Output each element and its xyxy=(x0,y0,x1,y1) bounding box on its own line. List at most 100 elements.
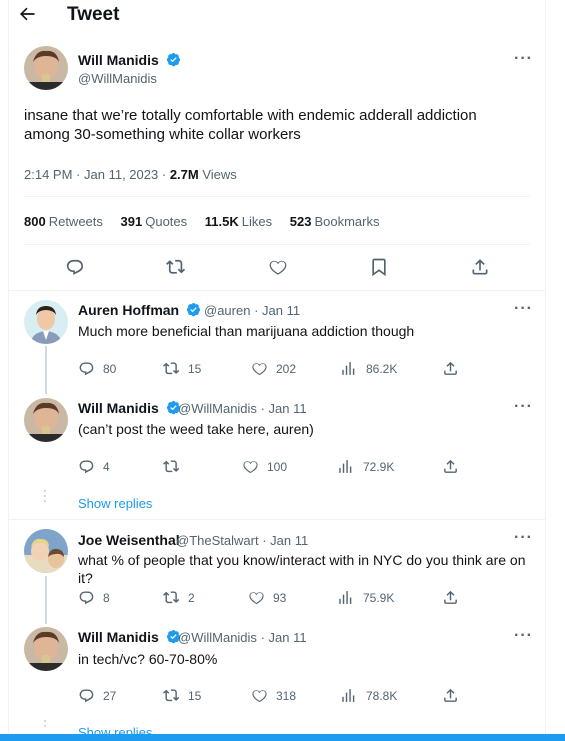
reply-text: what % of people that you know/interact … xyxy=(78,552,526,586)
show-replies-link[interactable]: Show replies xyxy=(78,496,152,511)
retweets-label: Retweets xyxy=(48,214,103,229)
author-handle[interactable]: @TheStalwart xyxy=(176,533,259,548)
avatar[interactable] xyxy=(24,398,68,442)
retweet-count: 15 xyxy=(188,688,202,703)
bookmarks-count: 523 xyxy=(289,214,312,229)
likes-label: Likes xyxy=(241,214,273,229)
views-label: Views xyxy=(202,167,237,182)
likes-stat[interactable]: 11.5K Likes xyxy=(205,214,272,229)
author-name[interactable]: Joe Weisenthal xyxy=(78,532,180,548)
like-icon xyxy=(252,690,267,703)
views-action[interactable]: 75.9K xyxy=(338,589,394,606)
tweet-meta: 2:14 PM · Jan 11, 2023 · 2.7M Views xyxy=(24,167,237,182)
avatar[interactable] xyxy=(24,529,68,573)
tweet-time[interactable]: 2:14 PM xyxy=(24,167,72,182)
divider xyxy=(24,244,530,245)
more-options-icon[interactable]: ··· xyxy=(514,627,533,645)
reply-action[interactable]: 4 xyxy=(78,458,110,475)
like-count: 318 xyxy=(276,688,297,703)
avatar[interactable] xyxy=(24,627,68,671)
reply-action[interactable]: 80 xyxy=(78,360,116,377)
views-action[interactable]: 86.2K xyxy=(341,360,397,377)
divider xyxy=(24,196,530,197)
like-action[interactable]: 202 xyxy=(251,360,296,377)
more-options-icon[interactable]: ··· xyxy=(514,50,533,68)
author-handle[interactable]: @WillManidis xyxy=(178,630,257,645)
author-name[interactable]: Auren Hoffman xyxy=(78,302,201,318)
author-handle[interactable]: @WillManidis xyxy=(78,71,157,86)
bottom-accent-bar xyxy=(0,734,565,741)
separator: · xyxy=(260,630,265,645)
views-icon xyxy=(339,460,352,473)
reply-action[interactable]: 27 xyxy=(78,687,116,704)
back-arrow-icon[interactable] xyxy=(17,4,37,24)
like-action[interactable]: 318 xyxy=(251,687,296,704)
share-action[interactable] xyxy=(442,458,467,475)
retweet-action[interactable] xyxy=(163,458,188,475)
retweet-icon[interactable] xyxy=(166,257,186,277)
retweet-icon xyxy=(163,689,180,702)
reply-action[interactable]: 8 xyxy=(78,589,110,606)
reply-icon xyxy=(79,460,94,474)
bookmark-icon[interactable] xyxy=(369,257,389,277)
reply-date[interactable]: Jan 11 xyxy=(270,533,308,548)
reply-date[interactable]: Jan 11 xyxy=(269,401,307,416)
share-icon[interactable] xyxy=(470,257,490,277)
author-name[interactable]: Will Manidis xyxy=(78,400,181,416)
like-count: 202 xyxy=(276,361,297,376)
author-name-text: Auren Hoffman xyxy=(78,302,180,318)
author-name-text: Will Manidis xyxy=(78,400,159,416)
like-action[interactable]: 93 xyxy=(248,589,286,606)
share-action[interactable] xyxy=(442,687,467,704)
quotes-stat[interactable]: 391 Quotes xyxy=(121,214,188,229)
retweet-action[interactable]: 15 xyxy=(163,687,201,704)
retweets-stat[interactable]: 800 Retweets xyxy=(24,214,103,229)
tweet-date[interactable]: Jan 11, 2023 xyxy=(84,167,158,182)
like-action[interactable]: 100 xyxy=(242,458,287,475)
thread-line xyxy=(45,346,47,394)
retweet-icon xyxy=(163,460,180,473)
avatar[interactable] xyxy=(24,300,68,344)
more-options-icon[interactable]: ··· xyxy=(514,300,533,318)
retweet-action[interactable]: 2 xyxy=(163,589,195,606)
tweet-text-line: among 30-something white collar workers xyxy=(24,126,301,143)
reply-icon xyxy=(79,591,94,605)
views-count: 72.9K xyxy=(363,459,395,474)
tweet-text-line: insane that we’re totally comfortable wi… xyxy=(24,107,477,124)
page-title: Tweet xyxy=(67,4,120,25)
reply-text: Much more beneficial than marijuana addi… xyxy=(78,323,415,339)
like-icon[interactable] xyxy=(268,257,288,277)
reply-count: 80 xyxy=(103,361,117,376)
separator: · xyxy=(161,167,167,182)
author-name-text: Joe Weisenthal xyxy=(78,532,180,548)
separator: · xyxy=(76,167,81,182)
bookmarks-stat[interactable]: 523 Bookmarks xyxy=(290,214,380,229)
views-count: 75.9K xyxy=(363,590,395,605)
bookmarks-label: Bookmarks xyxy=(314,214,380,229)
share-action[interactable] xyxy=(442,360,467,377)
author-handle[interactable]: @WillManidis xyxy=(178,401,257,416)
share-action[interactable] xyxy=(442,589,467,606)
author-name[interactable]: Will Manidis xyxy=(78,52,181,68)
share-icon xyxy=(444,590,457,604)
views-action[interactable]: 78.8K xyxy=(341,687,397,704)
separator: · xyxy=(262,533,267,548)
reply-date[interactable]: Jan 11 xyxy=(262,303,300,318)
more-options-icon[interactable]: ··· xyxy=(514,398,533,416)
more-options-icon[interactable]: ··· xyxy=(514,529,533,547)
reply-icon xyxy=(79,362,94,376)
reply-handle-date: @WillManidis · Jan 11 xyxy=(178,401,307,416)
reply-icon[interactable] xyxy=(65,257,85,277)
avatar[interactable] xyxy=(24,46,68,90)
author-handle[interactable]: @auren xyxy=(204,303,250,318)
views-action[interactable]: 72.9K xyxy=(338,458,394,475)
thread-line xyxy=(45,576,47,624)
share-icon xyxy=(444,459,457,473)
engagement-stats: 800 Retweets 391 Quotes 11.5K Likes 523 Book… xyxy=(24,214,393,229)
reply-date[interactable]: Jan 11 xyxy=(269,630,307,645)
views-count: 86.2K xyxy=(366,361,398,376)
quotes-label: Quotes xyxy=(145,214,188,229)
verified-badge-icon xyxy=(186,302,201,317)
author-name[interactable]: Will Manidis xyxy=(78,629,181,645)
retweet-action[interactable]: 15 xyxy=(163,360,201,377)
